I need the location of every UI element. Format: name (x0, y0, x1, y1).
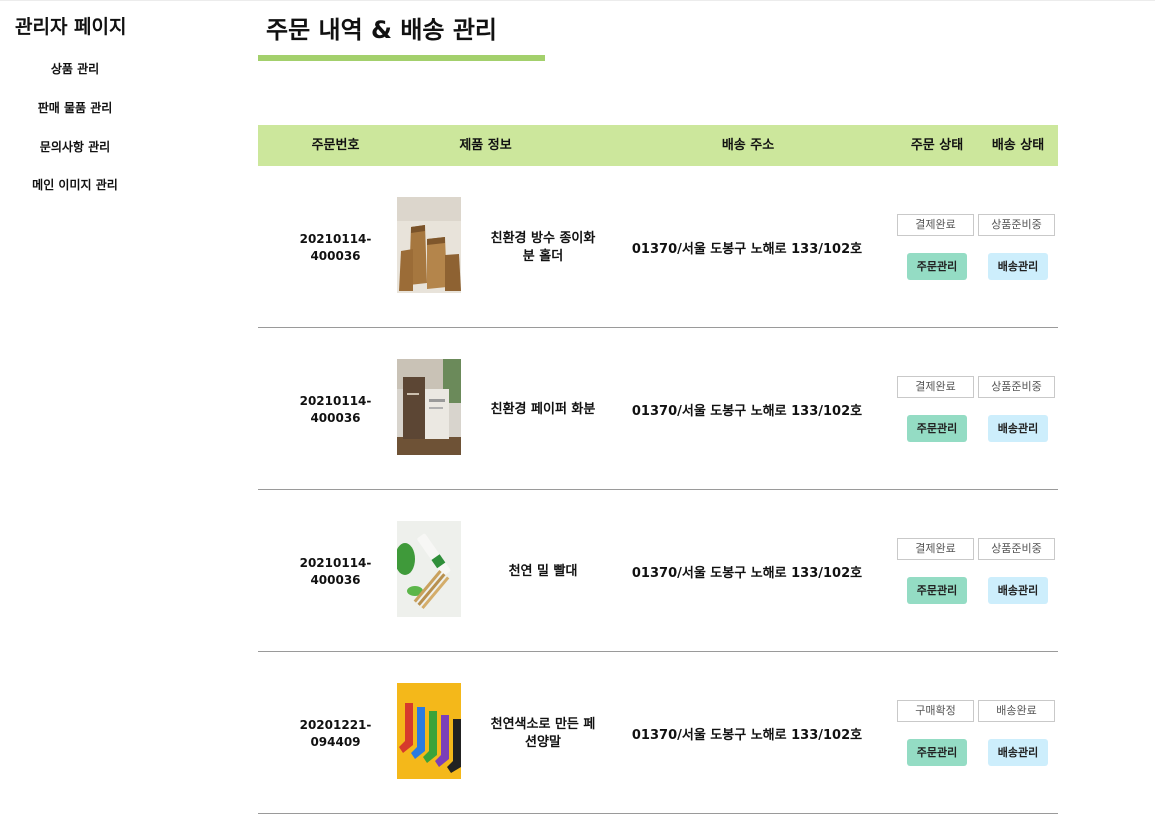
product-image[interactable] (397, 521, 461, 617)
page-title: 주문 내역 & 배송 관리 (266, 16, 497, 44)
table-row: 20210114- 400036 친환경 방수 종이화 분 홀더 01370/서울 … (258, 166, 1058, 328)
order-manage-button[interactable]: 주문관리 (907, 415, 967, 442)
column-header-address: 배송 주소 (721, 138, 775, 153)
delivery-address: 01370/서울 도봉구 노해로 133/102호 (631, 728, 863, 743)
delivery-manage-button[interactable]: 배송관리 (988, 577, 1048, 604)
sidebar-item-main-image-management[interactable]: 메인 이미지 관리 (0, 176, 150, 193)
order-number: 20201221- 094409 (299, 718, 372, 749)
product-image[interactable] (397, 359, 461, 455)
product-name: 천연 밀 빨대 (508, 564, 578, 579)
sidebar-title: 관리자 페이지 (15, 16, 127, 38)
product-name: 친환경 방수 종이화 분 홀더 (490, 231, 596, 264)
title-underline (258, 55, 545, 61)
order-status-button[interactable]: 결제완료 (897, 376, 974, 398)
column-header-order-no: 주문번호 (311, 138, 360, 153)
order-status-button[interactable]: 구매확정 (897, 700, 974, 722)
sidebar-item-inquiry-management[interactable]: 문의사항 관리 (0, 138, 150, 155)
delivery-status-button[interactable]: 상품준비중 (978, 214, 1055, 236)
order-number: 20210114- 400036 (299, 232, 372, 263)
delivery-status-button[interactable]: 상품준비중 (978, 538, 1055, 560)
top-divider (0, 0, 1155, 1)
order-status-button[interactable]: 결제완료 (897, 214, 974, 236)
product-name: 친환경 페이퍼 화분 (490, 402, 596, 417)
delivery-manage-button[interactable]: 배송관리 (988, 253, 1048, 280)
product-name: 천연색소로 만든 페 션양말 (490, 717, 596, 750)
column-header-product: 제품 정보 (459, 138, 512, 153)
delivery-manage-button[interactable]: 배송관리 (988, 415, 1048, 442)
table-row: 20210114- 400036 천연 밀 빨대 01370/서울 도봉구 노해로… (258, 490, 1058, 652)
delivery-manage-button[interactable]: 배송관리 (988, 739, 1048, 766)
order-manage-button[interactable]: 주문관리 (907, 739, 967, 766)
table-row: 20210114- 400036 친환경 페이퍼 화분 01370/서울 도봉구 … (258, 328, 1058, 490)
order-number: 20210114- 400036 (299, 394, 372, 425)
product-image[interactable] (397, 683, 461, 779)
column-header-delivery-status: 배송 상태 (991, 138, 1045, 153)
sidebar-item-product-management[interactable]: 상품 관리 (0, 60, 150, 77)
delivery-status-button[interactable]: 상품준비중 (978, 376, 1055, 398)
table-header: 주문번호 제품 정보 배송 주소 주문 상태 배송 상태 (258, 125, 1058, 166)
product-image[interactable] (397, 197, 461, 293)
order-status-button[interactable]: 결제완료 (897, 538, 974, 560)
order-manage-button[interactable]: 주문관리 (907, 577, 967, 604)
order-number: 20210114- 400036 (299, 556, 372, 587)
delivery-address: 01370/서울 도봉구 노해로 133/102호 (631, 566, 863, 581)
delivery-address: 01370/서울 도봉구 노해로 133/102호 (631, 242, 863, 257)
order-manage-button[interactable]: 주문관리 (907, 253, 967, 280)
table-row: 20201221- 094409 천연색소로 만든 페 션양말 01370/서울 도… (258, 652, 1058, 814)
delivery-address: 01370/서울 도봉구 노해로 133/102호 (631, 404, 863, 419)
delivery-status-button[interactable]: 배송완료 (978, 700, 1055, 722)
column-header-order-status: 주문 상태 (910, 138, 964, 153)
sidebar-item-sales-management[interactable]: 판매 물품 관리 (0, 99, 150, 116)
